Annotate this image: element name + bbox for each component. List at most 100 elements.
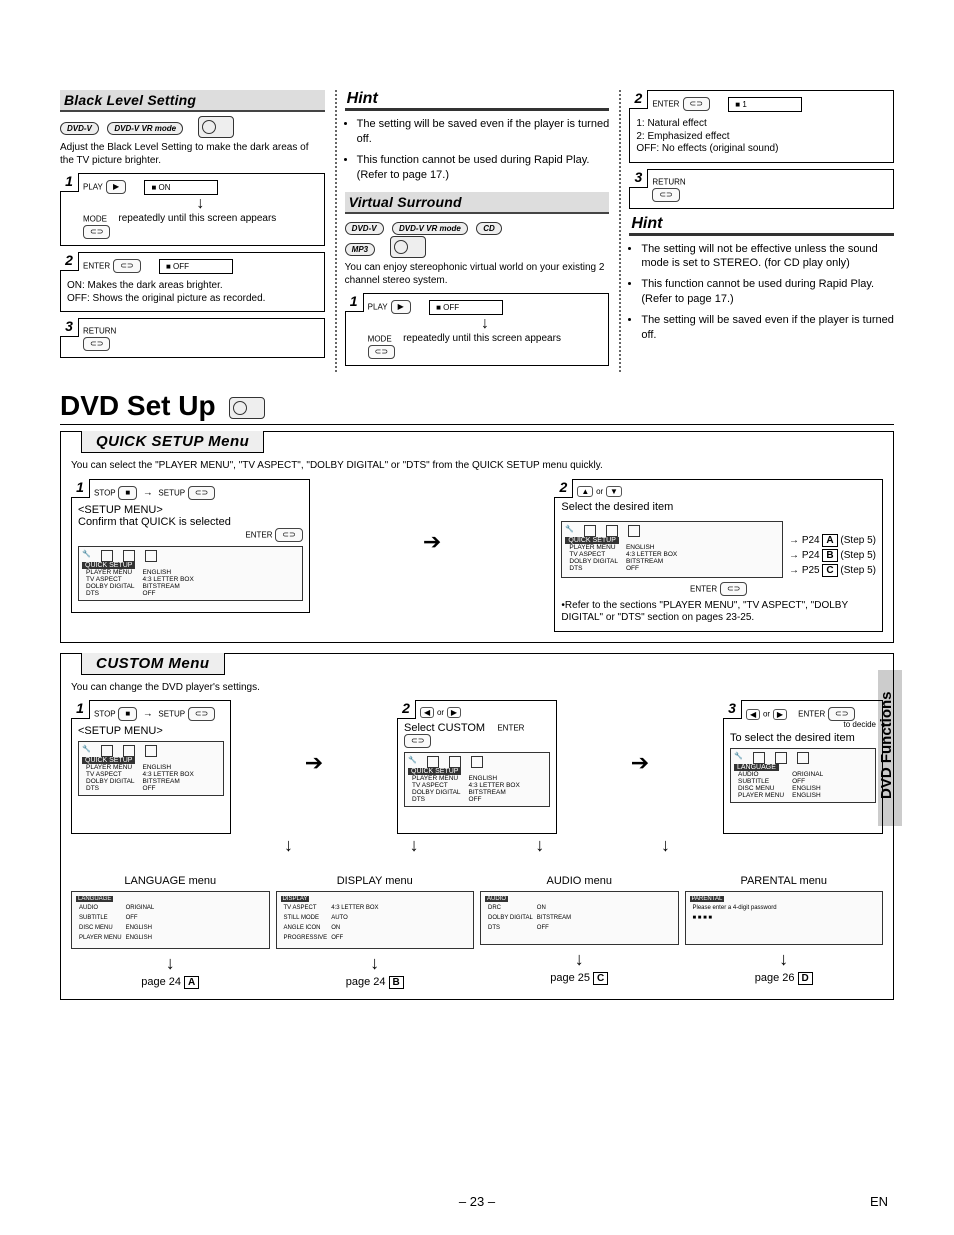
menu-tab-icon: [123, 550, 135, 562]
stop-button-icon[interactable]: ■: [118, 486, 137, 500]
menu-tab-icon: [123, 745, 135, 757]
quick-enter-label-2: ENTER: [690, 584, 717, 593]
quick-enter-icon[interactable]: ⊂⊃: [275, 528, 302, 542]
vs-enter-button-icon[interactable]: ⊂⊃: [683, 97, 710, 111]
setup-label: SETUP: [158, 488, 185, 497]
c-menu-tab-3: LANGUAGE: [734, 764, 779, 771]
menu-tab-icon: [427, 756, 439, 768]
dvd-setup-heading: DVD Set Up: [60, 390, 894, 425]
quick-setup-section: QUICK SETUP Menu You can select the "PLA…: [60, 431, 894, 643]
right-button-icon[interactable]: ▶: [447, 707, 461, 718]
quick-menu-tab-1: QUICK SETUP: [82, 562, 135, 569]
col-black-level: Black Level Setting DVD-V DVD-V VR mode …: [60, 90, 337, 372]
hint2-2: This function cannot be used during Rapi…: [641, 277, 894, 307]
enter-button-icon[interactable]: ⊂⊃: [113, 259, 140, 273]
vs-mode-button-icon[interactable]: ⊂⊃: [368, 345, 395, 359]
vs-play-button-icon[interactable]: ▶: [391, 300, 411, 314]
badge-vs-cd: CD: [476, 222, 502, 235]
return-button-icon[interactable]: ⊂⊃: [83, 337, 110, 351]
custom-step1-n: 1: [71, 700, 90, 719]
vs-legend-2: 2: Emphasized effect: [636, 131, 887, 144]
wrench-icon: 🔧: [82, 745, 91, 757]
arrow-down-icon: ↓: [276, 953, 475, 974]
vs-step3: 3 RETURN ⊂⊃: [629, 169, 894, 209]
quick-step1: 1 STOP ■ → SETUP ⊂⊃ <SETUP MENU> Confirm…: [71, 479, 310, 613]
c-setup-heading: <SETUP MENU>: [78, 725, 224, 737]
quick-setup-tab: QUICK SETUP Menu: [81, 431, 264, 453]
custom-step1: 1 STOP ■ → SETUP ⊂⊃ <SETUP MENU> 🔧 QUICK…: [71, 700, 231, 834]
black-level-title: Black Level Setting: [60, 90, 325, 112]
left-button-icon[interactable]: ◀: [746, 709, 760, 720]
quick-select: Select the desired item: [561, 501, 876, 513]
submenu-audio: AUDIO menu AUDIO DRCON DOLBY DIGITALBITS…: [480, 875, 679, 989]
menu-tab-icon: [471, 756, 483, 768]
menu-tab-icon: [797, 752, 809, 764]
c-select-custom: Select CUSTOM: [404, 722, 485, 734]
c-menu-ui-2: 🔧 QUICK SETUP PLAYER MENUENGLISH TV ASPE…: [404, 752, 550, 807]
mode-button-icon[interactable]: ⊂⊃: [83, 225, 110, 239]
vs-enter-label: ENTER: [652, 100, 679, 109]
hint2-1: The setting will not be effective unless…: [641, 242, 894, 272]
disc-icon-3: [229, 397, 265, 419]
c-setup-button-icon[interactable]: ⊂⊃: [188, 707, 215, 721]
c-enter-label: ENTER: [497, 724, 524, 733]
custom-step2: 2 ◀ or ▶ Select CUSTOM ENTER ⊂⊃ 🔧 QUICK …: [397, 700, 557, 834]
badge-vs-dvdv: DVD-V: [345, 222, 384, 235]
play-label: PLAY: [83, 183, 103, 192]
vs-repeat-note: repeatedly until this screen appears: [403, 333, 602, 359]
bl-repeat-note: repeatedly until this screen appears: [118, 213, 317, 226]
submenu-audio-ui: AUDIO DRCON DOLBY DIGITALBITSTREAM DTSOF…: [480, 891, 679, 945]
badge-dvdv: DVD-V: [60, 122, 99, 135]
flow-arrow-icon: ➔: [567, 700, 713, 776]
bl-step3-n: 3: [60, 318, 79, 337]
submenu-language: LANGUAGE menu LANGUAGE AUDIOORIGINAL SUB…: [71, 875, 270, 989]
menu-tab-icon: [145, 745, 157, 757]
wrench-icon: 🔧: [734, 752, 743, 764]
right-button-icon[interactable]: ▶: [773, 709, 787, 720]
vs-legend-3: OFF: No effects (original sound): [636, 143, 887, 156]
vs-return-button-icon[interactable]: ⊂⊃: [652, 188, 679, 202]
menu-tab-icon: [145, 550, 157, 562]
wrench-icon: 🔧: [82, 550, 91, 562]
left-button-icon[interactable]: ◀: [420, 707, 434, 718]
vs-mode-label: MODE: [368, 335, 392, 344]
down-button-icon[interactable]: ▼: [606, 486, 622, 497]
setup-button-icon[interactable]: ⊂⊃: [188, 486, 215, 500]
quick-step2-n: 2: [554, 479, 573, 498]
c-menu-tab-2: QUICK SETUP: [408, 768, 461, 775]
enter-label: ENTER: [83, 262, 110, 271]
submenu-parental-ui: PARENTAL Please enter a 4-digit password…: [685, 891, 884, 945]
c-stop-button-icon[interactable]: ■: [118, 707, 137, 721]
return-label: RETURN: [83, 327, 116, 336]
dvd-setup-title: DVD Set Up: [60, 390, 216, 421]
vs-intro: You can enjoy stereophonic virtual world…: [345, 262, 610, 287]
mode-label: MODE: [83, 215, 107, 224]
menu-tab-icon: [606, 525, 618, 537]
c-enter-label-2: ENTER: [798, 710, 825, 719]
bl-off-note: OFF: Shows the original picture as recor…: [67, 293, 318, 306]
quick-menu-items-2: PLAYER MENUENGLISH TV ASPECT4:3 LETTER B…: [565, 544, 681, 572]
lang-code: EN: [870, 1194, 888, 1209]
vs-screen-off: ■ OFF: [429, 300, 503, 315]
submenu-audio-title: AUDIO menu: [480, 875, 679, 887]
c-select-desired: To select the desired item: [730, 732, 876, 744]
menu-tab-icon: [101, 745, 113, 757]
submenu-parental: PARENTAL menu PARENTAL Please enter a 4-…: [685, 875, 884, 989]
c-enter-icon[interactable]: ⊂⊃: [404, 734, 431, 748]
connector-row: ↓ ↓ ↓ ↓: [71, 834, 883, 857]
c-menu-ui-1: 🔧 QUICK SETUP PLAYER MENUENGLISH TV ASPE…: [78, 741, 224, 796]
page-footer: – 23 – EN: [0, 1194, 954, 1209]
play-button-icon[interactable]: ▶: [106, 180, 126, 194]
quick-step1-n: 1: [71, 479, 90, 498]
up-button-icon[interactable]: ▲: [577, 486, 593, 497]
flow-arrow-icon: ➔: [241, 700, 387, 776]
bl-step1-n: 1: [60, 173, 79, 192]
hint2-3: The setting will be saved even if the pl…: [641, 313, 894, 343]
c-enter-icon-2[interactable]: ⊂⊃: [828, 707, 855, 721]
to-decide: to decide: [746, 721, 876, 730]
quick-enter-icon-2[interactable]: ⊂⊃: [720, 582, 747, 596]
vs-step1: 1 PLAY ▶ ■ OFF ↓ MODE ⊂⊃ repeatedly unti…: [345, 293, 610, 366]
submenu-parental-title: PARENTAL menu: [685, 875, 884, 887]
quick-confirm: Confirm that QUICK is selected: [78, 516, 303, 528]
four-submenus: LANGUAGE menu LANGUAGE AUDIOORIGINAL SUB…: [71, 875, 883, 989]
